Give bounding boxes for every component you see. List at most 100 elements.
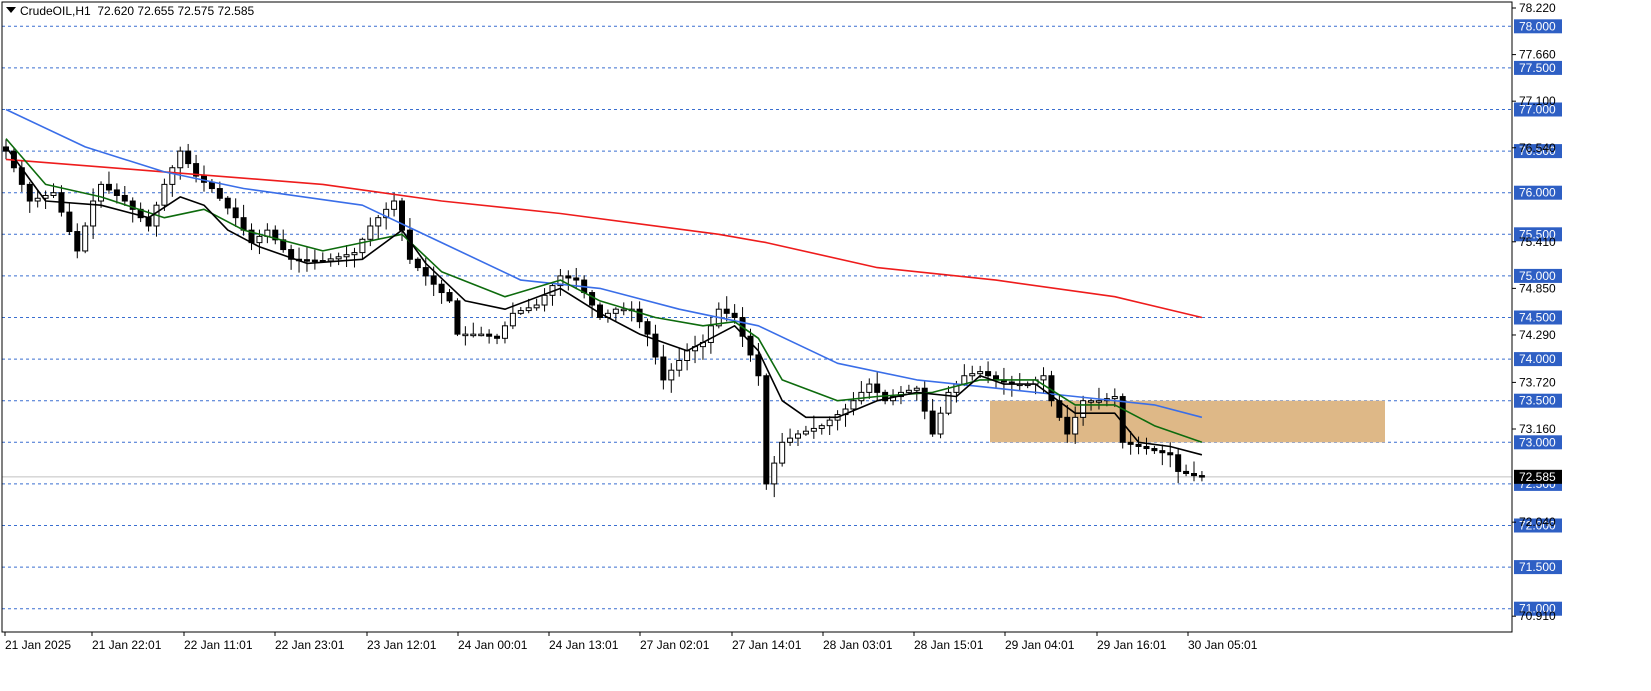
level-label: 78.000 bbox=[1519, 19, 1556, 33]
candle-bearish bbox=[731, 312, 738, 319]
candle-bearish bbox=[185, 150, 192, 165]
grid-lines bbox=[2, 25, 1512, 610]
candle-bullish bbox=[810, 427, 817, 432]
candle-bullish bbox=[1072, 416, 1079, 435]
candle-bearish bbox=[1198, 475, 1205, 478]
price-chart[interactable]: 78.00077.50077.00076.50076.00075.50075.0… bbox=[0, 0, 1651, 691]
level-label: 77.500 bbox=[1519, 61, 1556, 75]
candle-bullish bbox=[177, 150, 184, 169]
candle-bearish bbox=[311, 259, 318, 263]
x-tick-label: 28 Jan 03:01 bbox=[823, 638, 893, 652]
candle-bullish bbox=[34, 197, 41, 202]
candle-bullish bbox=[787, 437, 794, 443]
x-tick-label: 27 Jan 02:01 bbox=[640, 638, 710, 652]
ma-line-green bbox=[5, 138, 1203, 444]
candle-bullish bbox=[969, 373, 976, 377]
candle-bullish bbox=[1088, 400, 1095, 403]
candle-bullish bbox=[620, 308, 627, 312]
x-tick-label: 22 Jan 23:01 bbox=[275, 638, 345, 652]
x-tick-label: 28 Jan 15:01 bbox=[914, 638, 984, 652]
candle-bearish bbox=[208, 181, 215, 190]
candle-bearish bbox=[921, 387, 928, 412]
candle-bearish bbox=[1159, 450, 1166, 454]
candle-bearish bbox=[113, 189, 120, 196]
collapse-triangle-icon[interactable] bbox=[6, 7, 16, 13]
current-price-label: 72.585 bbox=[1519, 470, 1556, 484]
candle-bullish bbox=[905, 389, 912, 393]
candle-bearish bbox=[1183, 470, 1190, 475]
candle-bearish bbox=[660, 356, 667, 381]
ohlc-readout: 72.620 72.655 72.575 72.585 bbox=[97, 4, 255, 18]
x-tick-label: 29 Jan 04:01 bbox=[1005, 638, 1075, 652]
x-tick-label: 27 Jan 14:01 bbox=[732, 638, 802, 652]
ma-line-red bbox=[5, 158, 1203, 319]
level-label: 74.500 bbox=[1519, 311, 1556, 325]
candle-bearish bbox=[26, 183, 33, 202]
candle-bearish bbox=[74, 231, 81, 252]
candle-bullish bbox=[1040, 375, 1047, 381]
candle-bullish bbox=[478, 333, 485, 337]
candle-bearish bbox=[121, 194, 128, 202]
candle-bullish bbox=[470, 333, 477, 337]
candle-bearish bbox=[414, 258, 421, 269]
candle-bullish bbox=[937, 412, 944, 435]
candle-bearish bbox=[422, 267, 429, 277]
y-tick-label: 73.720 bbox=[1519, 375, 1556, 389]
candle-bearish bbox=[494, 335, 501, 339]
candle-bullish bbox=[795, 433, 801, 439]
candle-bullish bbox=[913, 387, 920, 391]
candle-bearish bbox=[589, 292, 596, 306]
candle-bullish bbox=[351, 252, 358, 256]
candle-bullish bbox=[533, 304, 540, 309]
candle-bullish bbox=[858, 391, 865, 402]
supply-zone-rect bbox=[990, 400, 1385, 443]
x-tick-label: 21 Jan 22:01 bbox=[92, 638, 162, 652]
chart-frame bbox=[1, 1, 1513, 633]
candle-bearish bbox=[105, 183, 112, 191]
y-tick-label: 72.040 bbox=[1519, 515, 1556, 529]
y-tick-label: 74.850 bbox=[1519, 281, 1556, 295]
price-axis[interactable]: 78.00077.50077.00076.50076.00075.50075.0… bbox=[1512, 1, 1562, 623]
candle-bearish bbox=[1143, 445, 1150, 450]
x-tick-label: 24 Jan 00:01 bbox=[458, 638, 528, 652]
candle-bearish bbox=[763, 375, 770, 485]
candle-bearish bbox=[652, 333, 659, 358]
candle-bearish bbox=[747, 335, 754, 356]
level-label: 71.500 bbox=[1519, 560, 1556, 574]
x-tick-label: 21 Jan 2025 bbox=[5, 638, 71, 652]
candle-bearish bbox=[454, 300, 461, 335]
candle-bullish bbox=[818, 425, 825, 429]
candle-bullish bbox=[509, 312, 516, 327]
x-tick-label: 23 Jan 12:01 bbox=[367, 638, 437, 652]
candle-bearish bbox=[240, 217, 247, 231]
candle-bearish bbox=[66, 211, 73, 233]
candle-bearish bbox=[303, 259, 310, 262]
candle-bullish bbox=[1111, 396, 1118, 400]
candle-bullish bbox=[343, 254, 350, 258]
x-tick-label: 29 Jan 16:01 bbox=[1097, 638, 1167, 652]
candle-bearish bbox=[1167, 452, 1174, 456]
candle-bearish bbox=[1191, 473, 1197, 477]
level-label: 73.000 bbox=[1519, 435, 1556, 449]
y-tick-label: 74.290 bbox=[1519, 328, 1556, 342]
candle-bearish bbox=[216, 188, 223, 199]
y-tick-label: 75.410 bbox=[1519, 235, 1556, 249]
candle-bearish bbox=[145, 217, 152, 227]
y-tick-label: 76.540 bbox=[1519, 141, 1556, 155]
candle-bearish bbox=[874, 383, 881, 393]
candle-bearish bbox=[573, 277, 580, 281]
x-tick-label: 30 Jan 05:01 bbox=[1188, 638, 1258, 652]
candle-bearish bbox=[644, 321, 651, 335]
candle-bullish bbox=[866, 383, 873, 393]
candle-bullish bbox=[359, 238, 366, 254]
candle-bearish bbox=[723, 308, 730, 314]
chart-title: CrudeOIL,H1 72.620 72.655 72.575 72.585 bbox=[6, 4, 254, 18]
candle-bullish bbox=[462, 333, 469, 337]
candle-bullish bbox=[826, 419, 833, 427]
candle-bullish bbox=[779, 441, 786, 464]
time-axis[interactable]: 21 Jan 2025 21 Jan 22:01 22 Jan 11:01 22 Ja… bbox=[4, 632, 1258, 652]
candle-bullish bbox=[501, 325, 508, 339]
level-label: 76.000 bbox=[1519, 186, 1556, 200]
candle-bullish bbox=[327, 258, 334, 262]
candle-bearish bbox=[1119, 396, 1126, 443]
